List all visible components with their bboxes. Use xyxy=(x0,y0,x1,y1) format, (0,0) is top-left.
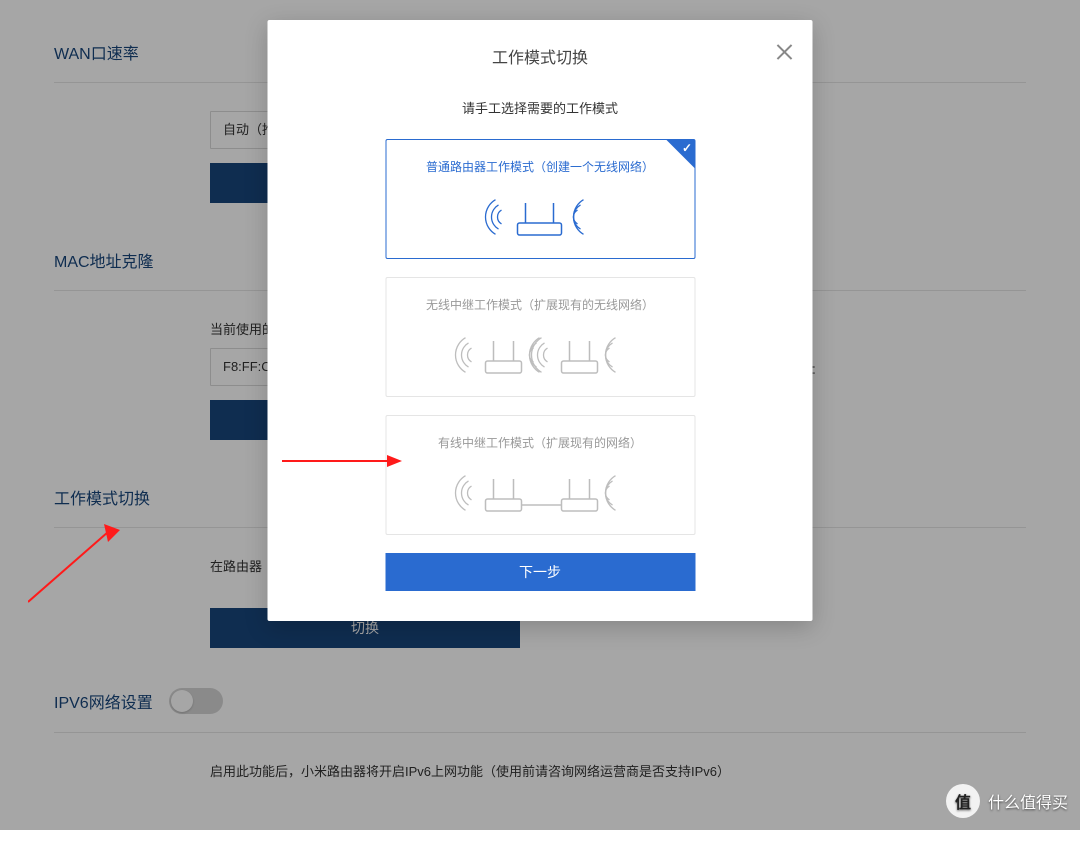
close-icon[interactable] xyxy=(775,42,795,62)
watermark: 值 什么值得买 xyxy=(946,784,1068,818)
mode-switch-modal: 工作模式切换 请手工选择需要的工作模式 普通路由器工作模式（创建一个无线网络） … xyxy=(268,20,813,621)
modal-subtitle: 请手工选择需要的工作模式 xyxy=(268,98,813,117)
next-button[interactable]: 下一步 xyxy=(385,553,695,591)
check-icon xyxy=(666,140,694,168)
mode-option-label: 无线中继工作模式（扩展现有的无线网络） xyxy=(396,296,684,313)
router-icon xyxy=(396,189,684,244)
router-icon xyxy=(396,465,684,520)
watermark-badge: 值 xyxy=(946,784,980,818)
mode-option-label: 有线中继工作模式（扩展现有的网络） xyxy=(396,434,684,451)
mode-option-label: 普通路由器工作模式（创建一个无线网络） xyxy=(396,158,684,175)
mode-option-1[interactable]: 无线中继工作模式（扩展现有的无线网络） xyxy=(385,277,695,397)
mode-option-2[interactable]: 有线中继工作模式（扩展现有的网络） xyxy=(385,415,695,535)
router-icon xyxy=(396,327,684,382)
mode-option-0[interactable]: 普通路由器工作模式（创建一个无线网络） xyxy=(385,139,695,259)
modal-title: 工作模式切换 xyxy=(492,50,588,67)
watermark-text: 什么值得买 xyxy=(988,789,1068,813)
